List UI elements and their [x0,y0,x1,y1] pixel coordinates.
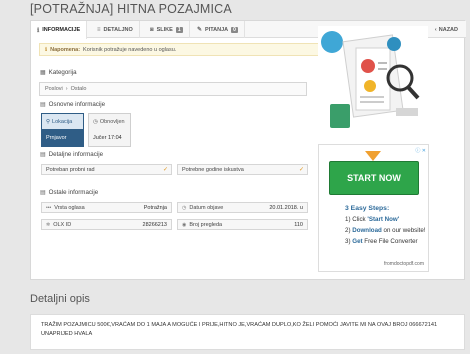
stat-label: Broj pregleda [189,221,223,228]
ad-step: 3) Get Free File Converter [345,238,418,245]
details-label: Detaljne informacije [48,151,104,158]
breadcrumb: Poslovi › Ostalo [39,82,307,96]
check-icon: ✓ [298,167,304,173]
info-icon: ℹ [37,27,40,34]
stat-label: Vrsta oglasa [54,204,85,211]
job-search-illustration [318,26,428,138]
page-title: [POTRAŽNJA] HITNA POZAJMICA [30,2,232,16]
renewed-card: ◷ Obnovljen Jučer 17:04 [88,113,131,147]
detail-field: Potrebne godine iskustva ✓ [177,164,308,175]
stat-label: OLX ID [53,221,72,228]
check-icon: ✓ [162,167,168,173]
location-title-text: Lokacija [52,118,73,125]
arrow-down-icon [365,151,381,161]
detail-field: Potreban probni rad ✓ [41,164,172,175]
stat-value: 28266213 [142,221,167,228]
eye-icon: ◉ [182,221,187,228]
notice-text: Korisnik potražuje navedeno u oglasu. [83,46,177,53]
start-now-button[interactable]: START NOW [329,161,419,195]
back-button[interactable]: ‹ NAZAD [435,21,458,38]
stat-row: ◉ Broj pregleda 110 [177,219,308,230]
breadcrumb-item[interactable]: Ostalo [71,86,87,92]
gear-icon: ✲ [46,221,51,228]
list-icon: ▤ [40,152,46,158]
tab-label: PITANJA [205,26,229,33]
category-heading: ▦ Kategorija [40,69,77,76]
ad-choices-icon[interactable]: ⓘ ✕ [415,147,426,154]
camera-icon: ◙ [150,26,154,33]
file-icon: ▤ [40,102,46,108]
tab-count: 0 [231,26,238,33]
tab-pitanja[interactable]: ✎ PITANJA 0 [191,21,245,38]
tab-label: DETALJNO [103,26,133,33]
olx-logo-icon [321,31,343,53]
stat-value: 20.01.2018. u [269,204,303,211]
ad-steps-title: 3 Easy Steps: [345,205,390,212]
clock-icon: ◷ [93,118,98,125]
tab-label: INFORMACIJE [42,27,81,33]
ad-step: 1) Click 'Start Now' [345,216,400,223]
category-label: Kategorija [48,69,77,76]
list-icon: ▤ [40,190,46,196]
tab-detaljno[interactable]: ≡ DETALJNO [91,21,140,38]
renewed-value: Jučer 17:04 [93,134,122,141]
description-text: TRAŽIM POZAJMICU 500€,VRAĆAM DO 1 MAJA A… [30,314,465,350]
stat-label: Datum objave [189,204,224,211]
other-info-label: Ostale informacije [48,189,99,196]
advertisement[interactable]: ⓘ ✕ START NOW 3 Easy Steps: 1) Click 'St… [318,144,429,272]
chevron-left-icon: ‹ [434,26,437,33]
clock-icon: ◷ [182,204,187,211]
stat-value: 110 [294,221,303,228]
location-title: ⚲ Lokacija [42,114,83,129]
renewed-title: ◷ Obnovljen [89,114,130,129]
ad-steps: 3 Easy Steps: 1) Click 'Start Now' 2) Do… [345,203,426,247]
breadcrumb-item[interactable]: Poslovi [45,86,63,92]
list-icon: ≡ [97,26,101,33]
chevron-right-icon: › [65,86,68,92]
description-title: Detaljni opis [30,293,90,305]
info-icon: ℹ [45,46,48,53]
other-info-heading: ▤ Ostale informacije [40,189,98,196]
notice-banner: ℹ Napomena: Korisnik potražuje navedeno … [39,43,333,56]
tab-label: SLIKE [156,26,173,33]
dots-icon: ••• [46,204,52,211]
details-heading: ▤ Detaljne informacije [40,151,103,158]
detail-field-label: Potrebne godine iskustva [182,166,244,173]
map-marker-icon: ⚲ [46,118,51,125]
basic-info-label: Osnovne informacije [48,101,106,108]
tab-slike[interactable]: ◙ SLIKE 1 [144,21,190,38]
location-value: Prnjavor [46,134,67,141]
renewed-title-text: Obnovljen [99,118,125,125]
detail-field-label: Potreban probni rad [46,166,95,173]
stat-row: ✲ OLX ID 28266213 [41,219,172,230]
stat-row: ••• Vrsta oglasa Potražnja [41,202,172,213]
back-label: NAZAD [438,26,458,33]
ad-step: 2) Download on our website! [345,227,426,234]
tab-informacije[interactable]: ℹ INFORMACIJE [31,21,88,39]
stat-row: ◷ Datum objave 20.01.2018. u [177,202,308,213]
location-card[interactable]: ⚲ Lokacija Prnjavor [41,113,84,147]
grid-icon: ▦ [40,70,46,76]
ad-source[interactable]: fromdoctopdf.com [384,261,424,267]
comment-icon: ✎ [197,27,203,33]
tab-count: 1 [175,26,183,33]
basic-info-heading: ▤ Osnovne informacije [40,101,105,108]
stat-value: Potražnja [143,204,167,211]
notice-strong: Napomena: [50,46,81,53]
